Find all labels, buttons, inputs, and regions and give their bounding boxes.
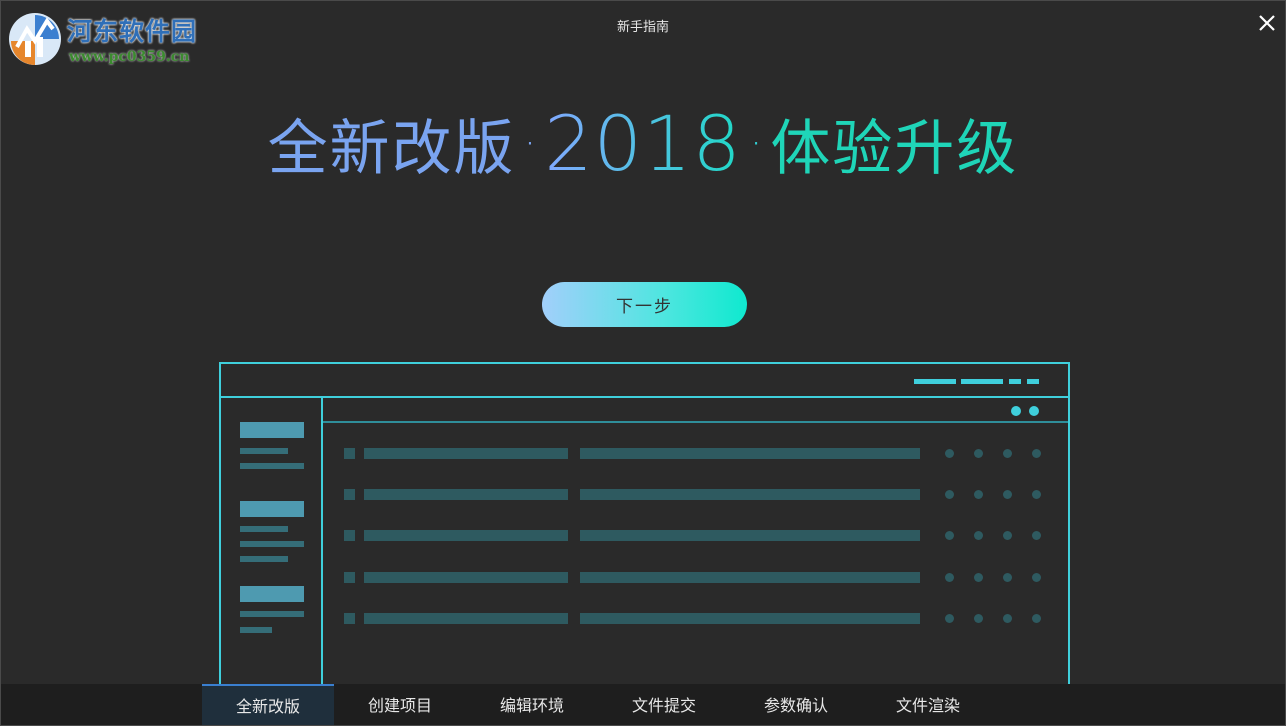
tab-edit-environment[interactable]: 编辑环境 — [466, 684, 598, 725]
tab-file-submit[interactable]: 文件提交 — [598, 684, 730, 725]
mockup-sidebar-line — [240, 541, 304, 547]
headline-separator: · — [749, 120, 763, 167]
mockup-sidebar-line — [240, 627, 272, 633]
watermark-url: www.pc0359.cn — [69, 49, 190, 65]
mockup-row — [344, 613, 1044, 625]
guide-window: 新手指南 河东软件园 www.pc0359.cn 全新改版 · 2018 · 体验升级 … — [0, 0, 1286, 726]
watermark-name: 河东软件园 — [67, 17, 198, 46]
headline-year: 2018 — [544, 99, 742, 188]
tab-parameter-confirm[interactable]: 参数确认 — [730, 684, 862, 725]
mockup-sidebar-line — [240, 526, 288, 532]
tab-create-project[interactable]: 创建项目 — [334, 684, 466, 725]
mockup-sidebar-line — [240, 463, 304, 469]
headline: 全新改版 · 2018 · 体验升级 — [1, 99, 1285, 189]
watermark-logo-icon — [9, 13, 61, 65]
mockup-dot — [1029, 406, 1039, 416]
close-icon — [1259, 15, 1275, 31]
mockup-header-bar — [914, 379, 956, 384]
site-watermark: 河东软件园 www.pc0359.cn — [7, 9, 217, 69]
mockup-header-bar — [1027, 379, 1039, 384]
mockup-header — [221, 364, 1068, 398]
mockup-sidebar-block — [240, 501, 304, 517]
step-tab-bar: 全新改版 创建项目 编辑环境 文件提交 参数确认 文件渲染 — [1, 684, 1285, 725]
mockup-sidebar — [221, 398, 323, 725]
mockup-header-bar — [961, 379, 1003, 384]
tab-full-redesign[interactable]: 全新改版 — [202, 684, 334, 725]
mockup-subheader — [323, 398, 1068, 423]
mockup-row — [344, 489, 1044, 501]
headline-separator: · — [523, 120, 537, 167]
close-button[interactable] — [1255, 11, 1279, 35]
mockup-header-bar — [1009, 379, 1021, 384]
tab-file-render[interactable]: 文件渲染 — [862, 684, 994, 725]
mockup-sidebar-line — [240, 448, 288, 454]
headline-part-b: 体验升级 — [770, 114, 1019, 184]
mockup-row — [344, 530, 1044, 542]
mockup-dot — [1011, 406, 1021, 416]
app-mockup-illustration — [219, 362, 1070, 725]
mockup-row — [344, 448, 1044, 460]
mockup-sidebar-line — [240, 556, 288, 562]
mockup-sidebar-block — [240, 586, 304, 602]
mockup-sidebar-line — [240, 611, 304, 617]
mockup-sidebar-block — [240, 422, 304, 438]
mockup-row — [344, 572, 1044, 584]
headline-part-a: 全新改版 — [267, 114, 516, 184]
next-step-button[interactable]: 下一步 — [542, 282, 747, 327]
